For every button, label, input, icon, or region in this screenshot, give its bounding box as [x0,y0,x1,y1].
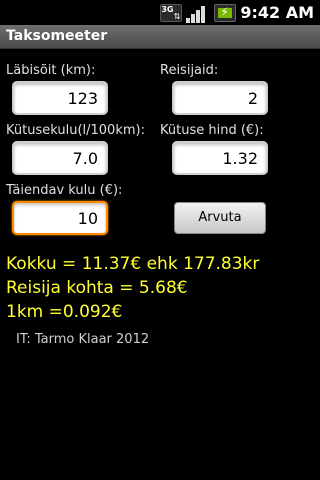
distance-field[interactable] [12,81,108,115]
3g-icon: 3G ⇅ [160,3,183,22]
result-per-km: 1km =0.092€ [6,302,123,322]
status-bar: 3G ⇅ ⚡ 9:42 AM [0,0,320,25]
distance-label: Läbisõit (km): [6,63,96,78]
distance-input[interactable] [14,83,106,113]
battery-charging-icon: ⚡ [214,3,237,22]
app-title-bar: Taksomeeter [0,25,320,49]
consumption-input[interactable] [14,143,106,173]
fuel-price-field[interactable] [172,141,268,175]
status-icons: 3G ⇅ ⚡ 9:42 AM [160,0,320,25]
passengers-field[interactable] [172,81,268,115]
passengers-input[interactable] [174,83,266,113]
calculate-button[interactable]: Arvuta [174,202,266,234]
extra-cost-field[interactable] [12,201,108,235]
extra-cost-input[interactable] [14,203,106,233]
result-per-passenger: Reisija kohta = 5.68€ [6,278,188,298]
consumption-label: Kütusekulu(l/100km): [6,123,145,138]
fuel-price-input[interactable] [174,143,266,173]
fuel-price-label: Kütuse hind (€): [160,123,264,138]
credit-text: IT: Tarmo Klaar 2012 [16,332,150,347]
consumption-field[interactable] [12,141,108,175]
app-title: Taksomeeter [6,28,108,44]
status-time: 9:42 AM [240,3,314,22]
passengers-label: Reisijaid: [160,63,219,78]
result-total: Kokku = 11.37€ ehk 177.83kr [6,254,260,274]
extra-cost-label: Täiendav kulu (€): [6,183,123,198]
signal-strength-icon [186,3,208,23]
